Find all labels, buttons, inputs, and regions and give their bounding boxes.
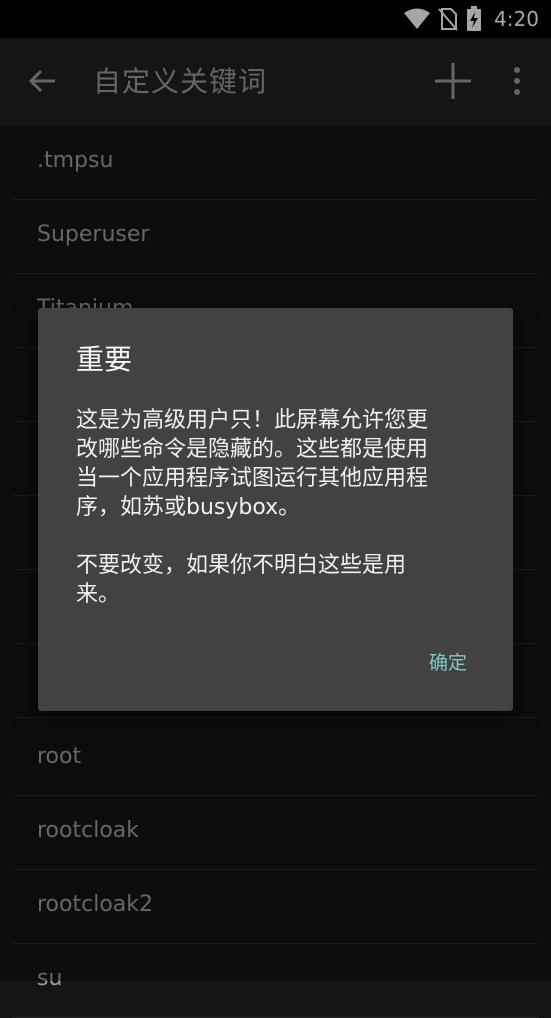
dialog-line: 序，如苏或busybox。	[76, 495, 301, 520]
ok-button[interactable]: 确定	[429, 648, 467, 675]
important-dialog: 重要 这是为高级用户只！此屏幕允许您更 改哪些命令是隐藏的。这些都是使用 当一个…	[38, 308, 513, 711]
dialog-line: 这是为高级用户只！此屏幕允许您更	[76, 408, 429, 433]
dialog-line: 改哪些命令是隐藏的。这些都是使用	[76, 437, 429, 462]
dialog-line: 来。	[76, 582, 121, 607]
dialog-line: 当一个应用程序试图运行其他应用程	[76, 466, 429, 491]
dialog-title: 重要	[76, 343, 133, 376]
dialog-paragraph-2: 不要改变，如果你不明白这些是用 来。	[76, 551, 476, 609]
dialog-message: 这是为高级用户只！此屏幕允许您更 改哪些命令是隐藏的。这些都是使用 当一个应用程…	[76, 406, 476, 609]
dialog-line: 不要改变，如果你不明白这些是用	[76, 553, 407, 578]
dialog-paragraph-1: 这是为高级用户只！此屏幕允许您更 改哪些命令是隐藏的。这些都是使用 当一个应用程…	[76, 406, 476, 522]
